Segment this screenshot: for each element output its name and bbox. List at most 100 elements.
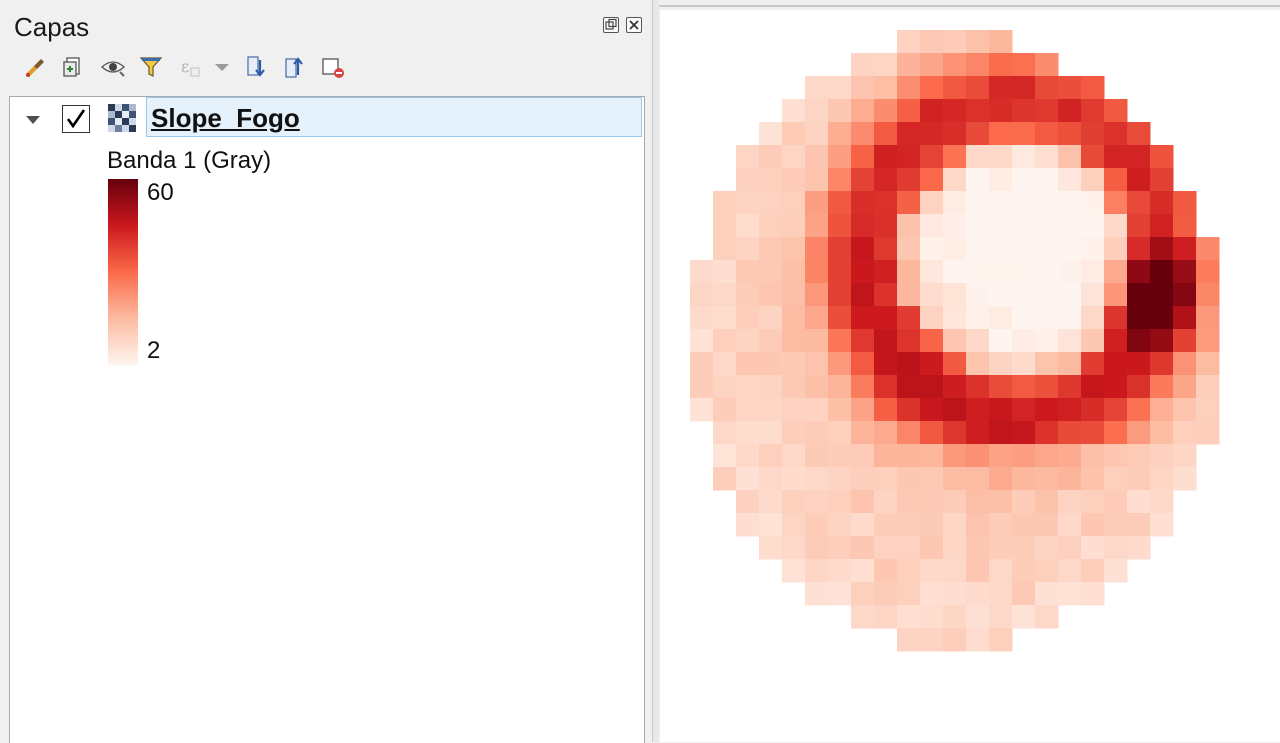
raster-cell [736, 398, 760, 422]
panel-splitter[interactable] [652, 0, 659, 742]
raster-cell [782, 398, 806, 422]
layer-visibility-checkbox[interactable] [62, 105, 90, 133]
raster-cell [920, 283, 944, 307]
raster-cell [713, 398, 737, 422]
collapse-arrow-icon[interactable] [24, 113, 42, 131]
raster-cell [828, 582, 852, 606]
manage-visibility-icon[interactable] [100, 54, 126, 80]
layer-name-selection[interactable]: Slope_Fogo [146, 97, 642, 137]
raster-cell [782, 352, 806, 376]
panel-title: Capas [14, 12, 90, 42]
raster-cell [874, 582, 898, 606]
raster-cell [1081, 329, 1105, 353]
raster-cell [1012, 605, 1036, 629]
raster-cell [851, 467, 875, 491]
close-icon[interactable] [626, 17, 642, 33]
collapse-all-icon[interactable] [282, 54, 308, 80]
raster-cell [1081, 421, 1105, 445]
raster-cell [1035, 283, 1059, 307]
raster-cell [851, 168, 875, 192]
raster-cell [1081, 260, 1105, 284]
remove-layer-icon[interactable] [320, 54, 346, 80]
raster-cell [1012, 214, 1036, 238]
raster-cell [851, 398, 875, 422]
raster-cell [828, 375, 852, 399]
raster-cell [1012, 306, 1036, 330]
raster-cell [782, 444, 806, 468]
raster-cell [1035, 237, 1059, 261]
float-icon[interactable] [603, 17, 619, 33]
raster-cell [1012, 283, 1036, 307]
raster-cell [920, 628, 944, 652]
raster-cell [713, 375, 737, 399]
raster-cell [989, 329, 1013, 353]
filter-expression-icon[interactable]: ε [178, 54, 204, 80]
raster-cell [828, 513, 852, 537]
raster-cell [1196, 352, 1220, 376]
raster-cell [1012, 168, 1036, 192]
raster-cell [1058, 513, 1082, 537]
raster-cell [943, 398, 967, 422]
raster-cell [1012, 582, 1036, 606]
raster-cell [874, 99, 898, 123]
layer-row-slope-fogo[interactable]: Slope_Fogo [10, 97, 644, 141]
raster-cell [1081, 237, 1105, 261]
raster-cell [966, 421, 990, 445]
raster-cell [1012, 237, 1036, 261]
raster-cell [1127, 145, 1151, 169]
raster-cell [874, 329, 898, 353]
raster-cell [1081, 398, 1105, 422]
raster-cell [943, 214, 967, 238]
raster-cell [1104, 559, 1128, 583]
raster-cell [1035, 444, 1059, 468]
raster-cell [1058, 490, 1082, 514]
raster-cell [782, 214, 806, 238]
filter-legend-icon[interactable] [138, 54, 164, 80]
raster-cell [805, 375, 829, 399]
raster-cell [805, 306, 829, 330]
raster-cell [736, 329, 760, 353]
raster-cell [966, 628, 990, 652]
raster-cell [713, 191, 737, 215]
raster-cell [897, 329, 921, 353]
raster-cell [920, 99, 944, 123]
raster-cell [828, 306, 852, 330]
raster-cell [874, 53, 898, 77]
raster-cell [1058, 168, 1082, 192]
raster-cell [851, 76, 875, 100]
add-group-icon[interactable] [60, 54, 86, 80]
layer-name[interactable]: Slope_Fogo [151, 103, 300, 134]
style-layer-icon[interactable] [22, 54, 48, 80]
expand-all-icon[interactable] [244, 54, 270, 80]
raster-cell [874, 398, 898, 422]
raster-cell [943, 30, 967, 54]
raster-cell [1058, 398, 1082, 422]
raster-cell [1150, 398, 1174, 422]
raster-cell [1173, 352, 1197, 376]
raster-cell [1058, 306, 1082, 330]
raster-cell [920, 168, 944, 192]
raster-cell [897, 467, 921, 491]
raster-cell [713, 283, 737, 307]
raster-cell [828, 329, 852, 353]
raster-cell [851, 375, 875, 399]
dropdown-arrow-icon[interactable] [210, 54, 236, 80]
raster-cell [736, 214, 760, 238]
raster-cell [782, 260, 806, 284]
map-canvas[interactable] [660, 10, 1280, 742]
raster-cell [736, 352, 760, 376]
raster-cell [989, 30, 1013, 54]
raster-cell [897, 490, 921, 514]
raster-cell [1058, 283, 1082, 307]
raster-cell [1081, 467, 1105, 491]
raster-cell [1058, 191, 1082, 215]
raster-cell [1081, 375, 1105, 399]
raster-cell [805, 421, 829, 445]
raster-cell [1035, 99, 1059, 123]
raster-cell [943, 329, 967, 353]
raster-cell [1012, 145, 1036, 169]
raster-cell [943, 467, 967, 491]
raster-cell [690, 352, 714, 376]
raster-cell [1104, 260, 1128, 284]
raster-cell [966, 214, 990, 238]
